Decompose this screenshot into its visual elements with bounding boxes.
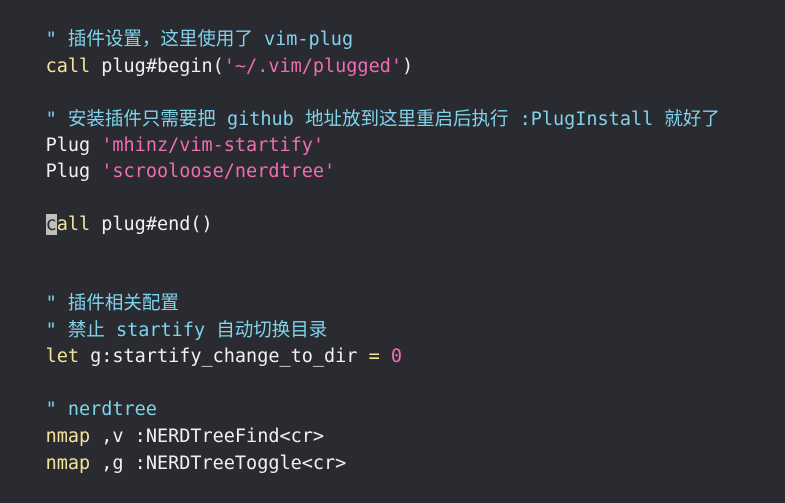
keyword-text: nmap xyxy=(45,453,91,474)
keyword-text: let xyxy=(45,346,79,367)
code-text: g:startify_change_to_dir xyxy=(78,346,369,367)
code-line: Plug 'mhinz/vim-startify' xyxy=(1,107,324,156)
command-text: Plug xyxy=(45,161,102,182)
code-line: " nerdtree xyxy=(1,371,157,420)
code-line: " 插件相关配置 xyxy=(1,265,179,314)
code-text: ,g :NERDTreeToggle<cr> xyxy=(90,453,347,474)
number-literal: 0 xyxy=(390,346,402,367)
code-line: nmap ,v :NERDTreeFind<cr> xyxy=(1,398,324,447)
code-line: " 插件设置，这里使用了 vim-plug xyxy=(1,1,354,50)
code-line: call plug#begin('~/.vim/plugged') xyxy=(1,28,414,77)
code-text: plug#begin( xyxy=(90,56,224,77)
code-line: let g:startify_change_to_dir = 0 xyxy=(1,318,402,367)
code-line: call plug#end() xyxy=(1,186,213,235)
operator-text: = xyxy=(368,346,380,367)
code-line: Plug 'scrooloose/nerdtree' xyxy=(1,133,336,182)
string-literal: '~/.vim/plugged' xyxy=(223,56,402,77)
keyword-text: call xyxy=(45,56,91,77)
code-line: nmap ,g :NERDTreeToggle<cr> xyxy=(1,425,347,474)
string-literal: 'scrooloose/nerdtree' xyxy=(101,161,336,182)
code-line: " 禁止 startify 自动切换目录 xyxy=(1,292,328,341)
code-text: plug#end() xyxy=(90,214,213,235)
code-text: ) xyxy=(402,56,414,77)
keyword-text: all xyxy=(56,214,91,235)
vim-editor[interactable]: " 插件设置，这里使用了 vim-plug call plug#begin('~… xyxy=(0,0,785,474)
text-cursor[interactable]: c xyxy=(45,214,57,235)
code-line: " 安装插件只需要把 github 地址放到这里重启后执行 :PlugInsta… xyxy=(1,81,720,130)
